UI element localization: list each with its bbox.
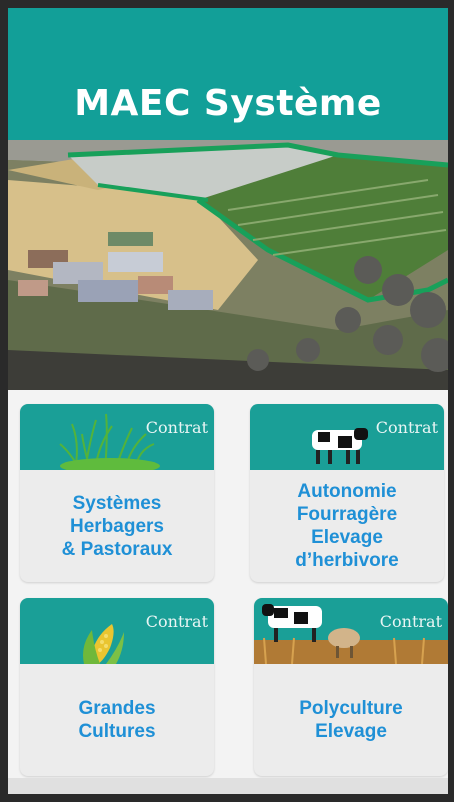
contract-card-grandes-cultures[interactable]: Contrat Grandes Cultures bbox=[20, 598, 214, 776]
card-label: Autonomie Fourragère Elevage d’herbivore bbox=[295, 481, 399, 571]
farm-aerial-illustration bbox=[8, 140, 448, 390]
contract-grid: Contrat Systèmes Herbagers & Pastoraux C… bbox=[8, 390, 448, 794]
cow-sheep-icon bbox=[254, 604, 448, 664]
contract-card-polyculture[interactable]: Contrat Polyculture Elevage bbox=[254, 598, 448, 776]
contract-tag: Contrat bbox=[379, 612, 442, 631]
card-label: Systèmes Herbagers & Pastoraux bbox=[61, 492, 173, 560]
contract-card-autonomie[interactable]: Contrat Autonomie Fourragère Elevage d’h… bbox=[250, 404, 444, 582]
contract-tag: Contrat bbox=[145, 418, 208, 437]
cow-icon bbox=[312, 428, 368, 464]
hero-image-farm-aerial bbox=[8, 140, 448, 390]
app-window: MAEC Système Contrat Systèmes Herbagers … bbox=[8, 8, 448, 794]
card-label: Polyculture Elevage bbox=[299, 698, 403, 742]
corn-icon bbox=[83, 624, 124, 664]
bottom-edge bbox=[8, 778, 448, 794]
grass-icon bbox=[59, 413, 160, 470]
app-header: MAEC Système bbox=[8, 8, 448, 140]
app-title: MAEC Système bbox=[74, 83, 382, 124]
card-label: Grandes Cultures bbox=[78, 698, 156, 742]
contract-tag: Contrat bbox=[375, 418, 438, 437]
contract-card-herbagers[interactable]: Contrat Systèmes Herbagers & Pastoraux bbox=[20, 404, 214, 582]
contract-tag: Contrat bbox=[145, 612, 208, 631]
